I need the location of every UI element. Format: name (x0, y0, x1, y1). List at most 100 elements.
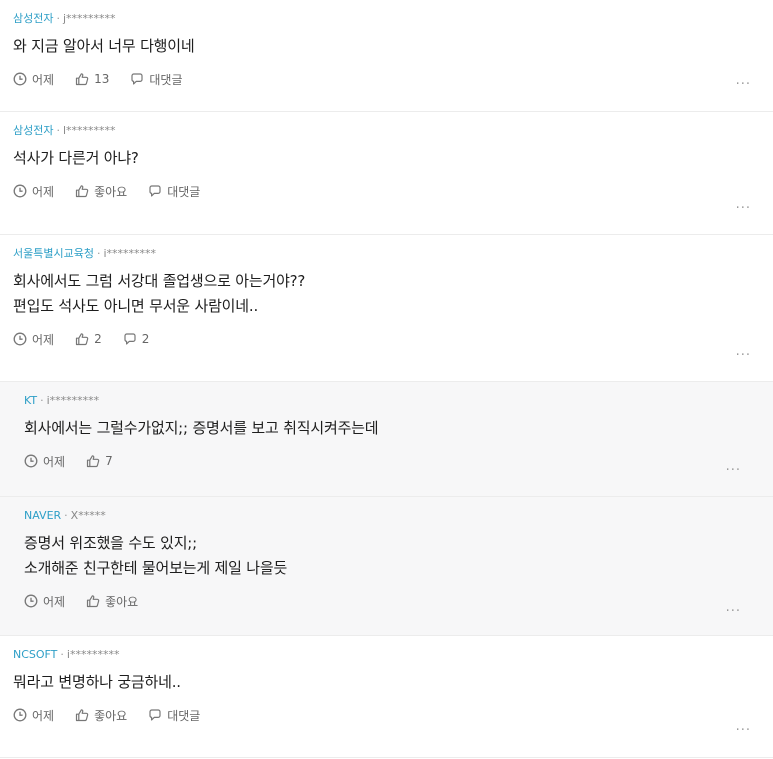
user-id: l********* (62, 124, 116, 137)
comment-actions: 어제 7 (24, 451, 760, 471)
more-button[interactable]: ... (726, 460, 741, 473)
comment-meta: KT · i********* (24, 394, 760, 408)
meta-separator: · (40, 394, 44, 407)
time-label: 어제 (43, 594, 66, 609)
like-label: 좋아요 (94, 708, 128, 723)
comment-meta: NAVER · X***** (24, 509, 760, 523)
comment: 서울특별시교육청 · i********* 회사에서도 그럼 서강대 졸업생으로 아… (0, 235, 773, 382)
comment-text-line: 증명서 위조했을 수도 있지;; (24, 534, 198, 552)
meta-separator: · (96, 247, 101, 260)
speech-bubble-icon (124, 333, 136, 345)
user-id: i********* (103, 247, 157, 260)
comment-actions: 어제 2 2 (13, 329, 760, 349)
time-label: 어제 (32, 72, 55, 87)
more-button[interactable]: ... (736, 720, 751, 733)
meta-separator: · (56, 12, 60, 25)
company-name[interactable]: NCSOFT (13, 648, 57, 661)
clock-icon (13, 72, 27, 86)
comment-text-line: 편입도 석사도 아니면 무서운 사람이네.. (13, 297, 259, 315)
comment-text: 뭐라고 변명하나 궁금하네.. (13, 670, 760, 695)
comment: NCSOFT · i********* 뭐라고 변명하나 궁금하네.. 어제 좋아요… (0, 636, 773, 758)
reply-label: 대댓글 (167, 708, 201, 723)
speech-bubble-icon (149, 709, 161, 721)
comment: 삼성전자 · j********* 와 지금 알아서 너무 다행이네 어제 13 대… (0, 0, 773, 112)
meta-separator: · (60, 648, 64, 661)
thumbs-up-icon (75, 709, 89, 722)
clock-icon (13, 708, 27, 722)
comment-meta: 삼성전자 · l********* (13, 124, 760, 138)
like-count: 좋아요 (94, 184, 128, 199)
comment-text-line: 회사에서는 그럴수가없지;; 증명서를 보고 취직시켜주는데 (24, 419, 379, 437)
reply-button[interactable]: 대댓글 (130, 71, 183, 88)
clock-icon (24, 594, 38, 608)
speech-bubble-icon (149, 185, 161, 197)
comment-text: 회사에서도 그럼 서강대 졸업생으로 아는거야?? 편입도 석사도 아니면 무서… (13, 269, 760, 319)
thumbs-up-icon (75, 73, 89, 86)
comment-actions: 어제 좋아요 대댓글 (13, 181, 760, 201)
time-label: 어제 (32, 184, 55, 199)
like-button[interactable]: 좋아요 (75, 183, 127, 200)
like-button[interactable]: 2 (75, 332, 102, 346)
clock-icon (13, 332, 27, 346)
comment-text-line: 뭐라고 변명하나 궁금하네.. (13, 673, 181, 691)
reply-button[interactable]: 대댓글 (148, 707, 200, 724)
more-button[interactable]: ... (726, 601, 741, 614)
more-button[interactable]: ... (736, 74, 751, 87)
comment-text: 와 지금 알아서 너무 다행이네 (13, 34, 760, 59)
thumbs-up-icon (75, 185, 89, 198)
reply-button[interactable]: 대댓글 (148, 183, 200, 200)
like-button[interactable]: 좋아요 (86, 593, 138, 610)
comment-meta: 삼성전자 · j********* (13, 12, 760, 26)
comment-list: 삼성전자 · j********* 와 지금 알아서 너무 다행이네 어제 13 대… (0, 0, 773, 758)
reply-comment: KT · i********* 회사에서는 그럴수가없지;; 증명서를 보고 취직시… (0, 382, 773, 497)
like-button[interactable]: 13 (75, 72, 109, 86)
reply-comment: NAVER · X***** 증명서 위조했을 수도 있지;; 소개해준 친구한테 … (0, 497, 773, 636)
thumbs-up-icon (86, 455, 100, 468)
comment-text-line: 소개해준 친구한테 물어보는게 제일 나을듯 (24, 559, 288, 577)
comment-actions: 어제 13 대댓글 (13, 69, 760, 89)
user-id: i********* (66, 648, 120, 661)
reply-count: 2 (141, 332, 150, 346)
comment-text-line: 와 지금 알아서 너무 다행이네 (13, 37, 195, 55)
more-button[interactable]: ... (736, 198, 751, 211)
time: 어제 (13, 707, 54, 724)
comment-actions: 어제 좋아요 대댓글 (13, 705, 760, 725)
reply-label: 대댓글 (149, 72, 183, 87)
thumbs-up-icon (75, 333, 89, 346)
comment-text: 석사가 다른거 아냐? (13, 146, 760, 171)
like-button[interactable]: 좋아요 (75, 707, 127, 724)
comment-text: 회사에서는 그럴수가없지;; 증명서를 보고 취직시켜주는데 (24, 416, 760, 441)
clock-icon (13, 184, 27, 198)
time: 어제 (13, 183, 54, 200)
like-count: 7 (105, 454, 113, 468)
comment-meta: NCSOFT · i********* (13, 648, 760, 662)
meta-separator: · (56, 124, 60, 137)
comment-text-line: 석사가 다른거 아냐? (13, 149, 139, 167)
time: 어제 (13, 331, 54, 348)
like-button[interactable]: 7 (86, 454, 113, 468)
clock-icon (24, 454, 38, 468)
reply-button[interactable]: 2 (123, 332, 150, 346)
speech-bubble-icon (131, 73, 143, 85)
company-name[interactable]: 삼성전자 (13, 124, 53, 137)
comment-text: 증명서 위조했을 수도 있지;; 소개해준 친구한테 물어보는게 제일 나을듯 (24, 531, 760, 581)
user-id: i********* (46, 394, 100, 407)
company-name[interactable]: 서울특별시교육청 (13, 247, 94, 260)
time: 어제 (24, 453, 65, 470)
like-label: 좋아요 (105, 594, 139, 609)
thumbs-up-icon (86, 595, 100, 608)
like-count: 2 (94, 332, 102, 346)
meta-separator: · (64, 509, 68, 522)
reply-label: 대댓글 (167, 184, 201, 199)
company-name[interactable]: 삼성전자 (13, 12, 53, 25)
user-id: j********* (62, 12, 116, 25)
company-name[interactable]: KT (24, 394, 37, 407)
time: 어제 (13, 71, 54, 88)
more-button[interactable]: ... (736, 345, 751, 358)
comment-meta: 서울특별시교육청 · i********* (13, 247, 760, 261)
comment-text-line: 회사에서도 그럼 서강대 졸업생으로 아는거야?? (13, 272, 306, 290)
time: 어제 (24, 593, 65, 610)
like-count: 13 (94, 72, 110, 86)
company-name[interactable]: NAVER (24, 509, 61, 522)
time-label: 어제 (32, 708, 55, 723)
